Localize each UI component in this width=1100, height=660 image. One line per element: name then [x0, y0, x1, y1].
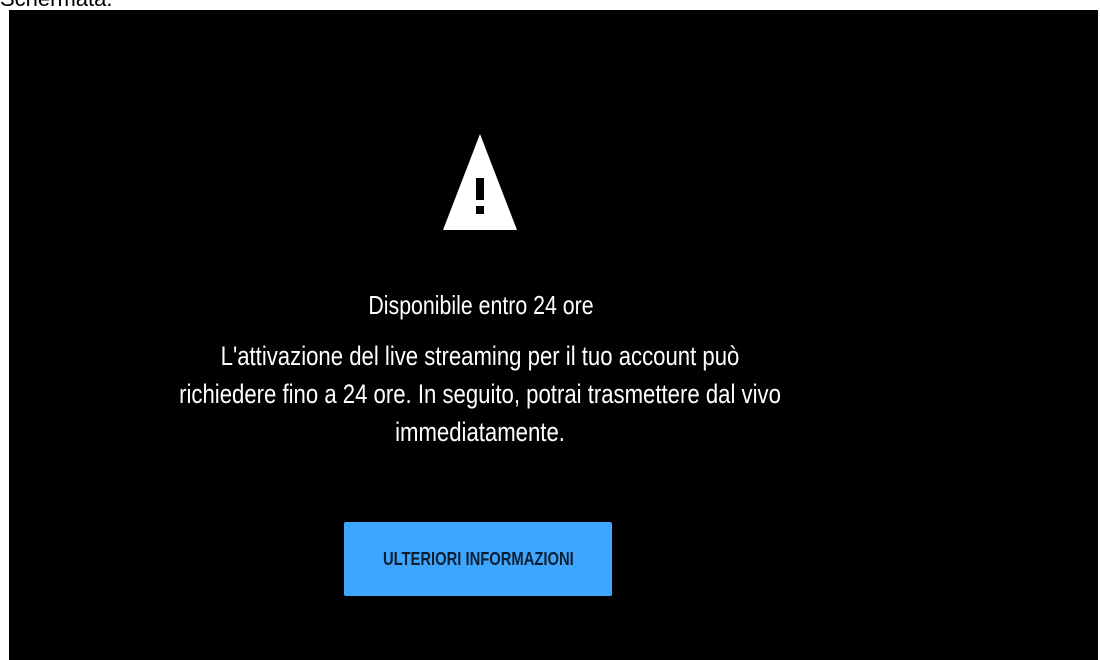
live-streaming-notice-panel: Disponibile entro 24 ore L'attivazione d…: [9, 10, 1098, 660]
notice-message: L'attivazione del live streaming per il …: [179, 341, 781, 447]
learn-more-button[interactable]: ULTERIORI INFORMAZIONI: [344, 522, 612, 596]
notice-title: Disponibile entro 24 ore: [368, 290, 594, 320]
page: Schermata. Disponibile entro 24 ore L'at…: [0, 0, 1100, 660]
warning-triangle-icon: [443, 134, 517, 230]
learn-more-button-label: ULTERIORI INFORMAZIONI: [382, 548, 574, 569]
